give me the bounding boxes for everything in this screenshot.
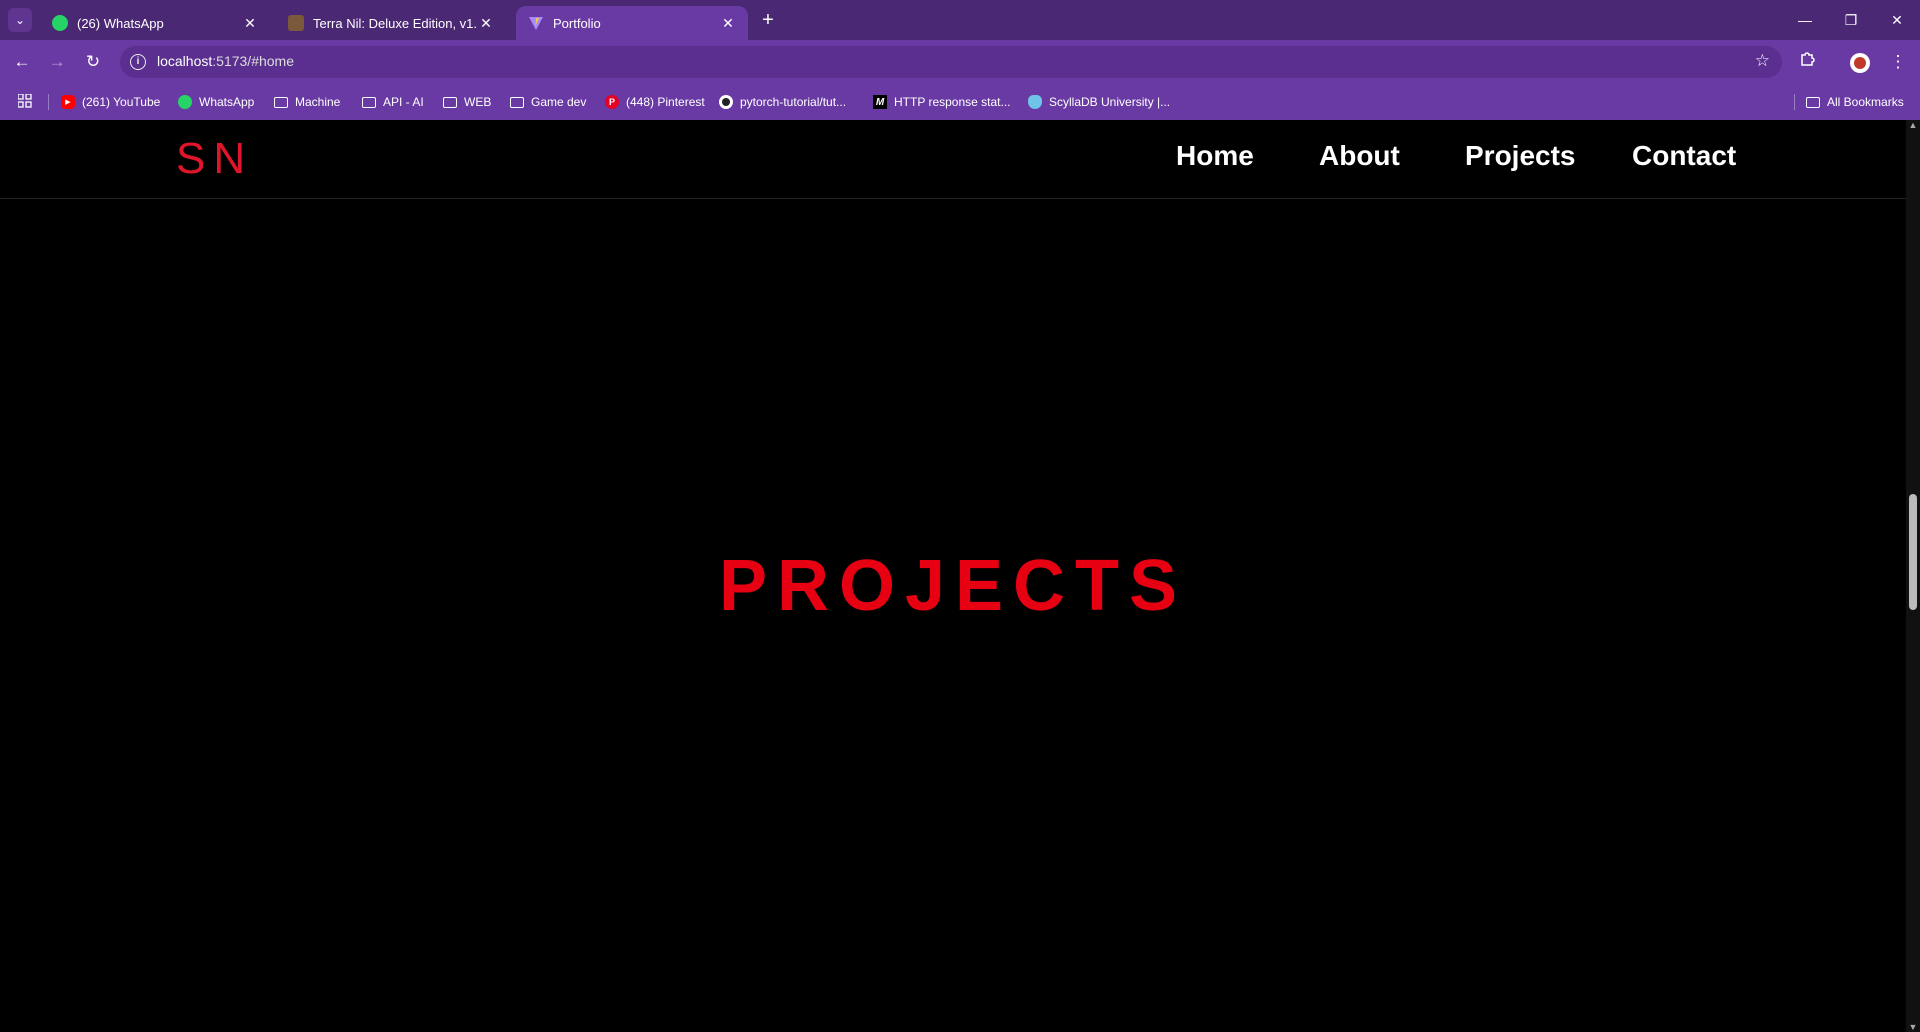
apps-grid-icon (17, 92, 32, 111)
bookmark-label: HTTP response stat... (894, 95, 1011, 109)
restore-button[interactable]: ❐ (1828, 0, 1874, 40)
bookmark-pinterest[interactable]: P (448) Pinterest (605, 92, 705, 112)
bookmark-label: API - AI (383, 95, 424, 109)
tab-title: (26) WhatsApp (77, 15, 164, 31)
bookmark-star-icon[interactable]: ☆ (1755, 51, 1770, 71)
tab-terra-nil[interactable]: Terra Nil: Deluxe Edition, v1.1.7 ✕ (276, 6, 506, 40)
window-close-button[interactable]: ✕ (1874, 0, 1920, 40)
avatar (1850, 52, 1870, 73)
browser-chrome: ⌄ (26) WhatsApp ✕ Terra Nil: Deluxe Edit… (0, 0, 1920, 120)
site-info-icon[interactable]: i (130, 54, 146, 70)
profile-button[interactable] (1846, 48, 1874, 76)
vite-icon (528, 15, 544, 31)
folder-icon (362, 95, 376, 109)
divider (1794, 94, 1795, 110)
bookmarks-bar: ▶ (261) YouTube WhatsApp Machine API - A… (0, 84, 1920, 120)
folder-icon (274, 95, 288, 109)
bookmark-whatsapp[interactable]: WhatsApp (178, 92, 254, 112)
reload-button[interactable]: ↻ (79, 48, 107, 76)
tab-portfolio[interactable]: Portfolio ✕ (516, 6, 748, 40)
folder-icon (510, 95, 524, 109)
minimize-icon: — (1798, 12, 1812, 28)
minimize-button[interactable]: — (1782, 0, 1828, 40)
puzzle-icon (1799, 52, 1817, 71)
tab-strip: ⌄ (26) WhatsApp ✕ Terra Nil: Deluxe Edit… (0, 0, 1920, 40)
url-path: :5173/#home (212, 53, 294, 69)
portfolio-page: SN Home About Projects Contact PROJECTS (0, 120, 1906, 1032)
tab-search-button[interactable]: ⌄ (8, 8, 32, 32)
bookmark-label: pytorch-tutorial/tut... (740, 95, 847, 109)
whatsapp-icon (178, 95, 192, 109)
browser-toolbar: ← → ↻ i localhost:5173/#home ☆ ⋮ (0, 40, 1920, 84)
nav-projects[interactable]: Projects (1465, 140, 1576, 172)
bookmark-pytorch-tutorial[interactable]: pytorch-tutorial/tut... (719, 92, 846, 112)
scroll-up-icon[interactable]: ▲ (1908, 120, 1918, 130)
divider (48, 94, 49, 110)
folder-icon (443, 95, 457, 109)
tab-title: Portfolio (553, 15, 601, 31)
bookmark-folder-machine[interactable]: Machine (274, 92, 340, 112)
close-icon[interactable]: ✕ (242, 15, 258, 32)
scylladb-icon (1028, 95, 1042, 109)
arrow-right-icon: → (48, 52, 66, 71)
all-bookmarks-button[interactable]: All Bookmarks (1806, 92, 1904, 112)
nav-home[interactable]: Home (1176, 140, 1254, 172)
game-thumbnail-icon (288, 15, 304, 31)
scrollbar-thumb[interactable] (1909, 494, 1917, 610)
bookmark-folder-api-ai[interactable]: API - AI (362, 92, 424, 112)
bookmark-youtube[interactable]: ▶ (261) YouTube (61, 92, 160, 112)
github-icon (719, 95, 733, 109)
bookmark-http-status[interactable]: M HTTP response stat... (873, 92, 1011, 112)
nav-contact[interactable]: Contact (1632, 140, 1736, 172)
bookmark-label: WhatsApp (199, 95, 255, 109)
bookmark-label: (448) Pinterest (626, 95, 705, 109)
close-icon: ✕ (1891, 12, 1903, 28)
forward-button[interactable]: → (43, 48, 71, 76)
bookmark-scylladb[interactable]: ScyllaDB University |... (1028, 92, 1170, 112)
tab-whatsapp[interactable]: (26) WhatsApp ✕ (40, 6, 270, 40)
back-button[interactable]: ← (8, 48, 36, 76)
chevron-down-icon: ⌄ (14, 13, 26, 27)
restore-icon: ❐ (1844, 12, 1858, 28)
folder-icon (1806, 95, 1820, 109)
nav-about[interactable]: About (1319, 140, 1400, 172)
youtube-icon: ▶ (61, 95, 75, 109)
close-icon[interactable]: ✕ (478, 15, 494, 32)
close-icon[interactable]: ✕ (720, 15, 736, 32)
pinterest-icon: P (605, 95, 619, 109)
bookmark-label: Machine (295, 95, 341, 109)
bookmark-label: WEB (464, 95, 492, 109)
plus-icon: + (762, 9, 774, 31)
more-vertical-icon: ⋮ (1889, 52, 1907, 71)
bookmark-label: ScyllaDB University |... (1049, 95, 1171, 109)
bookmark-folder-web[interactable]: WEB (443, 92, 491, 112)
bookmark-label: Game dev (531, 95, 587, 109)
site-logo[interactable]: SN (176, 134, 253, 184)
new-tab-button[interactable]: + (756, 8, 780, 32)
whatsapp-icon (52, 15, 68, 31)
mdn-icon: M (873, 95, 887, 109)
tab-title: Terra Nil: Deluxe Edition, v1.1.7 (313, 15, 478, 31)
apps-button[interactable] (17, 92, 32, 112)
site-navbar: SN Home About Projects Contact (0, 120, 1906, 199)
page-scrollbar[interactable]: ▲ ▼ (1906, 120, 1920, 1032)
hero-title: PROJECTS (718, 546, 1188, 626)
arrow-left-icon: ← (13, 52, 31, 71)
url-text[interactable]: localhost:5173/#home (157, 53, 294, 69)
extensions-button[interactable] (1794, 48, 1822, 76)
url-host: localhost (157, 53, 213, 69)
bookmark-label: (261) YouTube (82, 95, 161, 109)
all-bookmarks-label: All Bookmarks (1827, 95, 1904, 109)
bookmark-folder-game-dev[interactable]: Game dev (510, 92, 586, 112)
scroll-down-icon[interactable]: ▼ (1908, 1022, 1918, 1032)
browser-menu-button[interactable]: ⋮ (1884, 48, 1912, 76)
address-bar[interactable]: i localhost:5173/#home ☆ (120, 46, 1782, 78)
reload-icon: ↻ (85, 52, 101, 71)
